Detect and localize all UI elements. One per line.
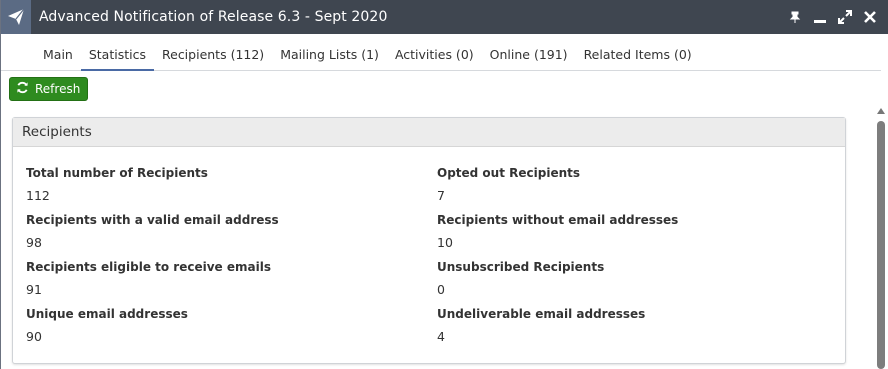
stat-label: Recipients with a valid email address [26, 213, 279, 227]
stat-label: Recipients without email addresses [437, 213, 679, 227]
scroll-thumb[interactable] [877, 121, 885, 369]
app-window: Advanced Notification of Release 6.3 - S… [0, 0, 888, 369]
stat-value: 7 [437, 188, 445, 203]
refresh-button[interactable]: Refresh [9, 77, 88, 101]
panel-title: Recipients [13, 118, 845, 147]
tab-related-items[interactable]: Related Items (0) [576, 40, 700, 71]
tab-recipients[interactable]: Recipients (112) [154, 40, 272, 71]
recipients-panel: Recipients Total number of Recipients 11… [12, 117, 846, 364]
tab-activities[interactable]: Activities (0) [387, 40, 482, 71]
stat-unique-email: Unique email addresses 90 [26, 307, 426, 344]
stat-label: Total number of Recipients [26, 166, 208, 180]
tab-online[interactable]: Online (191) [482, 40, 576, 71]
stat-value: 0 [437, 282, 445, 297]
maximize-icon[interactable] [838, 10, 852, 24]
stat-opted-out: Opted out Recipients 7 [437, 166, 837, 203]
minimize-icon[interactable] [813, 10, 827, 24]
stat-value: 4 [437, 329, 445, 344]
paper-plane-icon [1, 0, 31, 34]
stat-total-recipients: Total number of Recipients 112 [26, 166, 426, 203]
stat-label: Unsubscribed Recipients [437, 260, 605, 274]
window-title: Advanced Notification of Release 6.3 - S… [39, 9, 388, 25]
stat-label: Undeliverable email addresses [437, 307, 646, 321]
stat-without-email: Recipients without email addresses 10 [437, 213, 837, 250]
close-icon[interactable] [863, 10, 877, 24]
stat-value: 112 [26, 188, 50, 203]
stat-value: 90 [26, 329, 42, 344]
title-bar: Advanced Notification of Release 6.3 - S… [1, 0, 888, 34]
scroll-up-arrow-icon[interactable] [877, 108, 885, 114]
refresh-label: Refresh [35, 82, 81, 96]
vertical-scrollbar[interactable] [874, 103, 888, 369]
refresh-icon [16, 81, 29, 97]
stat-unsubscribed: Unsubscribed Recipients 0 [437, 260, 837, 297]
stat-eligible: Recipients eligible to receive emails 91 [26, 260, 426, 297]
stat-undeliverable: Undeliverable email addresses 4 [437, 307, 837, 344]
stat-value: 98 [26, 235, 42, 250]
tab-statistics[interactable]: Statistics [80, 40, 154, 71]
tab-main[interactable]: Main [35, 40, 81, 71]
stat-value: 10 [437, 235, 453, 250]
stat-label: Unique email addresses [26, 307, 188, 321]
stat-valid-email: Recipients with a valid email address 98 [26, 213, 426, 250]
stat-value: 91 [26, 282, 42, 297]
tab-bar: Main Statistics Recipients (112) Mailing… [1, 40, 881, 71]
tab-mailing-lists[interactable]: Mailing Lists (1) [272, 40, 387, 71]
pin-icon[interactable] [788, 10, 802, 24]
stat-label: Recipients eligible to receive emails [26, 260, 271, 274]
stat-label: Opted out Recipients [437, 166, 581, 180]
